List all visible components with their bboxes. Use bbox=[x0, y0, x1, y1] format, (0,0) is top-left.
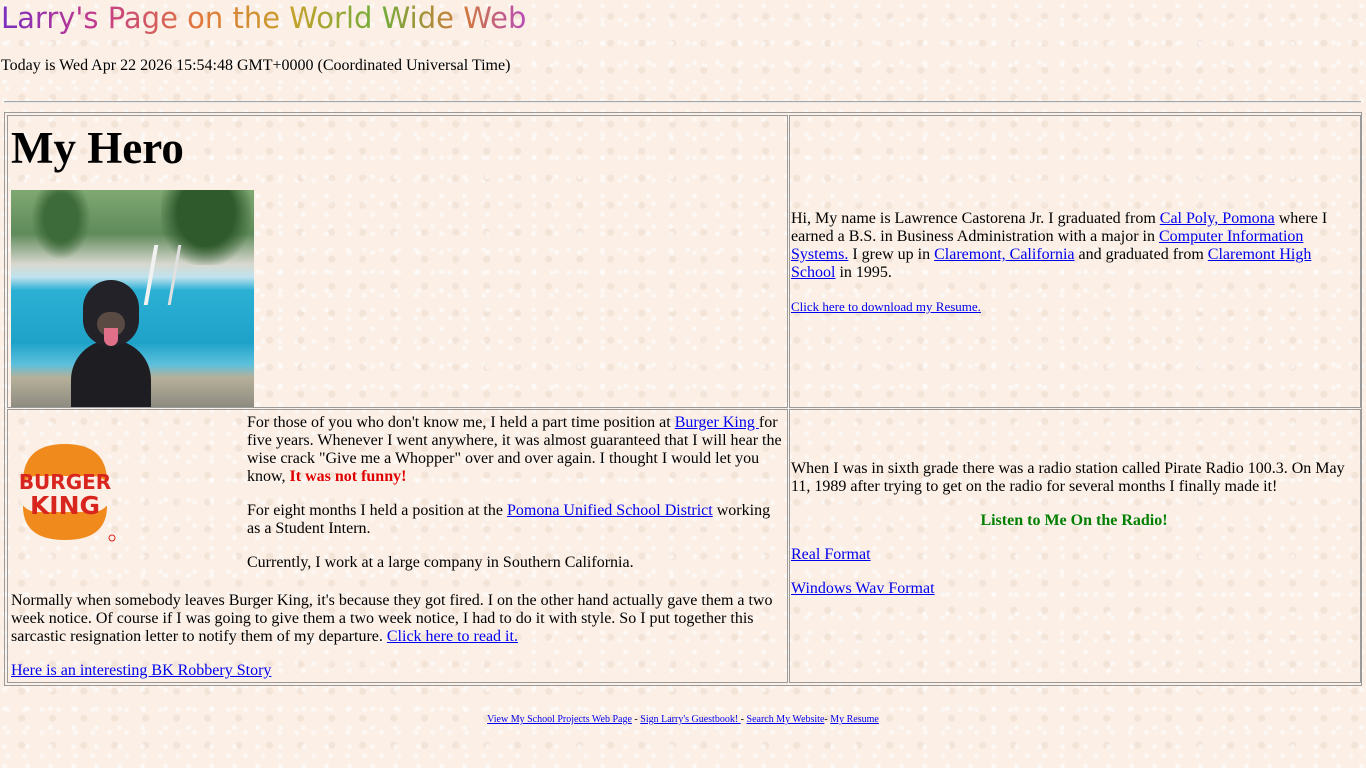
intro-text-4: and graduated from bbox=[1074, 246, 1208, 263]
real-format-link[interactable]: Real Format bbox=[791, 546, 871, 564]
claremont-link[interactable]: Claremont, California bbox=[934, 246, 1074, 263]
bk-paragraph-1: For those of you who don't know me, I he… bbox=[247, 414, 785, 486]
footer-links: View My School Projects Web Page - Sign … bbox=[0, 713, 1366, 727]
palm-tree-left bbox=[31, 190, 91, 260]
dog-photo bbox=[11, 190, 254, 407]
bk-paragraph-2: For eight months I held a position at th… bbox=[247, 502, 785, 538]
intro-paragraph: Hi, My name is Lawrence Castorena Jr. I … bbox=[791, 210, 1351, 282]
bk-logo-word-king: KING bbox=[30, 491, 100, 520]
bk-p1-text-1: For those of you who don't know me, I he… bbox=[247, 414, 675, 431]
dog-body bbox=[71, 340, 151, 407]
hero-cell: My Hero bbox=[7, 115, 788, 408]
bk-paragraph-3: Currently, I work at a large company in … bbox=[247, 554, 634, 571]
content-table: My Hero Hi, My name is Lawrence Castoren… bbox=[4, 112, 1362, 686]
footer-resume-link[interactable]: My Resume bbox=[830, 714, 879, 725]
intro-text-5: in 1995. bbox=[835, 264, 892, 281]
burger-king-cell: BURGER KING For those of you who don't k… bbox=[7, 409, 788, 683]
search-website-link[interactable]: Search My Website bbox=[747, 714, 825, 725]
bk-p2-text-1: For eight months I held a position at th… bbox=[247, 502, 507, 519]
guestbook-link[interactable]: Sign Larry's Guestbook! bbox=[640, 714, 740, 725]
intro-text-1: Hi, My name is Lawrence Castorena Jr. I … bbox=[791, 210, 1160, 227]
resignation-letter-link[interactable]: Click here to read it. bbox=[387, 628, 518, 645]
burger-king-link[interactable]: Burger King bbox=[675, 414, 759, 431]
cal-poly-link[interactable]: Cal Poly, Pomona bbox=[1160, 210, 1275, 227]
hero-heading: My Hero bbox=[11, 123, 184, 173]
site-title: Larry's Page on the World Wide Web bbox=[1, 1, 527, 35]
today-date: Today is Wed Apr 22 2026 15:54:48 GMT+00… bbox=[1, 57, 511, 74]
school-projects-link[interactable]: View My School Projects Web Page bbox=[487, 714, 632, 725]
burger-king-logo: BURGER KING bbox=[19, 444, 116, 542]
radio-heading: Listen to Me On the Radio! bbox=[980, 512, 1168, 529]
intro-cell: Hi, My name is Lawrence Castorena Jr. I … bbox=[789, 115, 1361, 408]
intro-text-3: I grew up in bbox=[848, 246, 935, 263]
not-funny-text: It was not funny! bbox=[289, 468, 407, 485]
bk-robbery-link[interactable]: Here is an interesting BK Robbery Story bbox=[11, 662, 271, 680]
radio-paragraph: When I was in sixth grade there was a ra… bbox=[791, 460, 1345, 495]
dog-tongue bbox=[104, 328, 118, 346]
resignation-paragraph: Normally when somebody leaves Burger Kin… bbox=[11, 592, 783, 646]
pool-slide bbox=[143, 245, 182, 305]
download-resume-link[interactable]: Click here to download my Resume. bbox=[791, 299, 981, 315]
horizontal-rule bbox=[4, 101, 1361, 103]
radio-cell: When I was in sixth grade there was a ra… bbox=[789, 409, 1361, 683]
footer-separator-1: - bbox=[631, 714, 641, 725]
wav-format-link[interactable]: Windows Wav Format bbox=[791, 580, 935, 598]
pomona-usd-link[interactable]: Pomona Unified School District bbox=[507, 502, 713, 519]
bk-text-block: For those of you who don't know me, I he… bbox=[247, 414, 785, 588]
